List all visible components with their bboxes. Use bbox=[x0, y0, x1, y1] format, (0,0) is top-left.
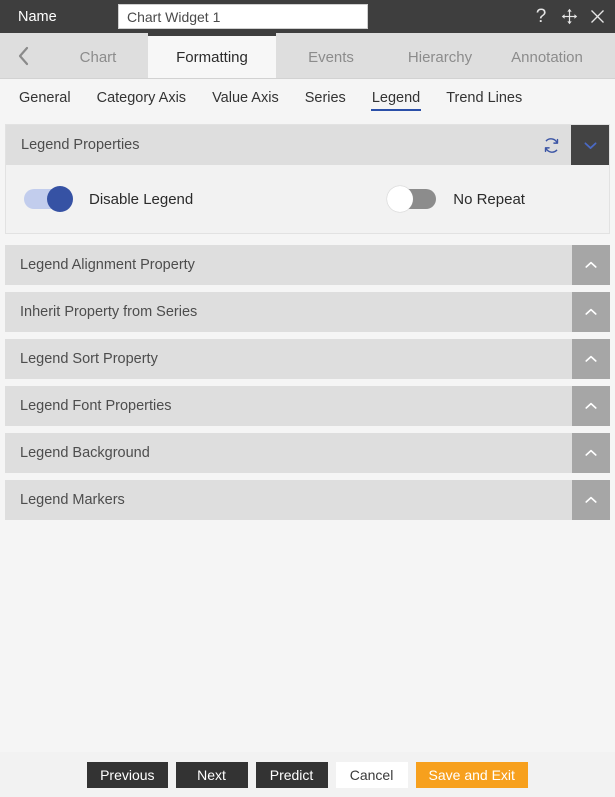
next-button[interactable]: Next bbox=[175, 761, 248, 788]
tab-label: Hierarchy bbox=[407, 48, 473, 66]
section-inherit-property-from-series[interactable]: Inherit Property from Series bbox=[5, 292, 610, 332]
tab-formatting[interactable]: Formatting bbox=[148, 33, 276, 78]
legend-properties-header[interactable]: Legend Properties bbox=[6, 125, 609, 165]
cancel-button[interactable]: Cancel bbox=[335, 761, 408, 788]
subtab-value-axis[interactable]: Value Axis bbox=[211, 88, 280, 111]
tab-label: Formatting bbox=[176, 48, 248, 66]
refresh-icon[interactable] bbox=[531, 125, 571, 165]
section-label: Legend Background bbox=[20, 445, 150, 461]
legend-properties-title: Legend Properties bbox=[21, 137, 140, 153]
chevron-down-icon[interactable] bbox=[571, 125, 609, 165]
no-repeat-label: No Repeat bbox=[453, 190, 525, 208]
section-legend-alignment-property[interactable]: Legend Alignment Property bbox=[5, 245, 610, 285]
toggle-knob bbox=[387, 186, 414, 212]
no-repeat-toggle[interactable]: No Repeat bbox=[387, 186, 525, 212]
name-label: Name bbox=[18, 8, 57, 25]
tab-label: Chart bbox=[79, 48, 117, 66]
chevron-up-icon[interactable] bbox=[572, 433, 610, 473]
chevron-up-icon[interactable] bbox=[572, 292, 610, 332]
move-icon[interactable] bbox=[560, 8, 578, 26]
tab-events[interactable]: Events bbox=[276, 33, 386, 78]
help-icon[interactable]: ? bbox=[532, 7, 550, 26]
section-label: Legend Alignment Property bbox=[20, 257, 195, 273]
sub-tab-strip: General Category Axis Value Axis Series … bbox=[0, 79, 615, 119]
section-label: Legend Sort Property bbox=[20, 351, 158, 367]
chevron-up-icon[interactable] bbox=[572, 386, 610, 426]
toggle-knob bbox=[47, 186, 73, 212]
legend-properties-body: Disable Legend No Repeat bbox=[6, 165, 609, 233]
subtab-label: Category Axis bbox=[96, 89, 187, 106]
main-tab-strip: Chart Formatting Events Hierarchy Annota… bbox=[0, 33, 615, 79]
toggle-switch[interactable] bbox=[24, 186, 73, 212]
chevron-up-icon[interactable] bbox=[572, 339, 610, 379]
tab-label: Events bbox=[308, 48, 354, 66]
legend-properties-card: Legend Properties Disable Legend No Repe… bbox=[5, 124, 610, 234]
section-label: Inherit Property from Series bbox=[20, 304, 198, 320]
subtab-legend[interactable]: Legend bbox=[370, 88, 422, 111]
title-bar-icons: ? bbox=[532, 0, 606, 33]
tab-label: Annotation bbox=[511, 48, 583, 66]
widget-name-input[interactable] bbox=[118, 4, 368, 29]
tabs-scroll-left-button[interactable] bbox=[0, 33, 48, 78]
settings-content: Legend Properties Disable Legend No Repe… bbox=[0, 119, 615, 793]
legend-properties-header-actions bbox=[531, 125, 609, 165]
subtab-label: Trend Lines bbox=[446, 89, 523, 106]
section-legend-background[interactable]: Legend Background bbox=[5, 433, 610, 473]
close-icon[interactable] bbox=[588, 8, 606, 26]
section-label: Legend Markers bbox=[20, 492, 125, 508]
footer-button-bar: Previous Next Predict Cancel Save and Ex… bbox=[0, 752, 615, 797]
toggle-switch[interactable] bbox=[387, 186, 437, 212]
section-legend-font-properties[interactable]: Legend Font Properties bbox=[5, 386, 610, 426]
tab-chart[interactable]: Chart bbox=[48, 33, 148, 78]
subtab-series[interactable]: Series bbox=[304, 88, 347, 111]
section-label: Legend Font Properties bbox=[20, 398, 172, 414]
previous-button[interactable]: Previous bbox=[87, 761, 168, 788]
tabs-scroll-right-button[interactable] bbox=[600, 33, 615, 78]
chevron-up-icon[interactable] bbox=[572, 480, 610, 520]
chevron-up-icon[interactable] bbox=[572, 245, 610, 285]
tab-annotation[interactable]: Annotation bbox=[494, 33, 600, 78]
predict-button[interactable]: Predict bbox=[255, 761, 328, 788]
subtab-label: General bbox=[19, 89, 71, 106]
section-legend-sort-property[interactable]: Legend Sort Property bbox=[5, 339, 610, 379]
tab-hierarchy[interactable]: Hierarchy bbox=[386, 33, 494, 78]
subtab-label: Legend bbox=[371, 89, 421, 106]
disable-legend-label: Disable Legend bbox=[89, 190, 194, 208]
title-bar: Name ? bbox=[0, 0, 615, 33]
save-and-exit-button[interactable]: Save and Exit bbox=[415, 761, 528, 788]
disable-legend-toggle[interactable]: Disable Legend bbox=[24, 186, 194, 212]
subtab-trend-lines[interactable]: Trend Lines bbox=[445, 88, 523, 111]
subtab-general[interactable]: General bbox=[18, 88, 72, 111]
subtab-category-axis[interactable]: Category Axis bbox=[96, 88, 187, 111]
subtab-label: Series bbox=[304, 89, 346, 106]
section-legend-markers[interactable]: Legend Markers bbox=[5, 480, 610, 520]
subtab-label: Value Axis bbox=[212, 89, 279, 106]
